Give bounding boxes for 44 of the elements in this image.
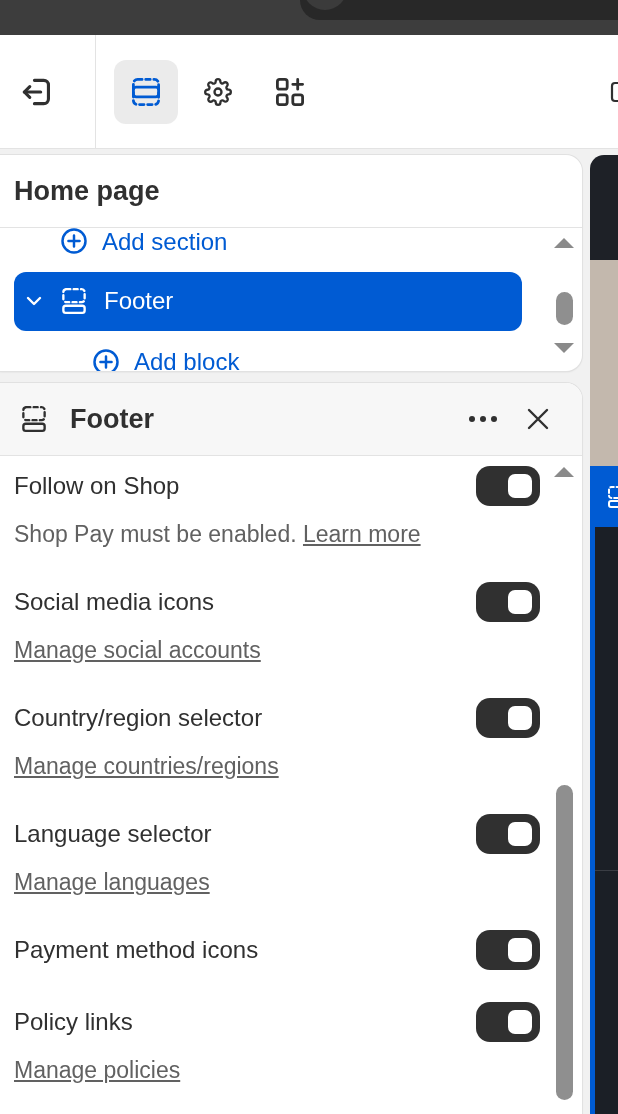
frame-icon[interactable] xyxy=(610,79,618,104)
toggle-switch[interactable] xyxy=(476,1002,540,1042)
scroll-down-icon[interactable] xyxy=(554,343,574,353)
add-button[interactable]: Add section xyxy=(61,228,228,255)
sections-icon xyxy=(132,77,160,106)
more-icon xyxy=(469,416,497,422)
more-button[interactable] xyxy=(469,416,497,422)
setting-label: Language selector xyxy=(14,820,212,848)
settings-link[interactable]: Manage countries/regions xyxy=(14,753,279,779)
apps-add-icon xyxy=(276,77,304,106)
help-text: Shop Pay must be enabled. Learn more xyxy=(14,522,421,546)
plus-circle-icon xyxy=(61,228,87,254)
settings-link[interactable]: Manage policies xyxy=(14,1057,181,1083)
panel-title: Home page xyxy=(14,175,160,207)
add-button[interactable]: Add block xyxy=(93,348,240,371)
setting-label: Policy links xyxy=(14,1008,133,1036)
settings-link[interactable]: Manage languages xyxy=(14,869,210,895)
panel-title: Footer xyxy=(70,403,154,435)
scroll-up-icon[interactable] xyxy=(554,238,574,248)
selected-section-tag[interactable] xyxy=(590,466,618,527)
settings-icon xyxy=(204,77,232,106)
help-link[interactable]: Learn more xyxy=(303,521,421,547)
close-icon xyxy=(527,408,549,430)
toggle-switch[interactable] xyxy=(476,814,540,854)
setting-label: Payment method icons xyxy=(14,936,259,964)
toggle-switch[interactable] xyxy=(476,582,540,622)
exit-icon xyxy=(22,77,50,106)
close-button[interactable] xyxy=(527,408,549,430)
settings-link[interactable]: Manage social accounts xyxy=(14,637,261,663)
toggle-switch[interactable] xyxy=(476,466,540,506)
toolbar-tab[interactable] xyxy=(114,59,178,124)
setting-label: Follow on Shop xyxy=(14,472,180,500)
toggle-switch[interactable] xyxy=(476,930,540,970)
setting-label: Country/region selector xyxy=(14,704,263,732)
tree-item[interactable]: Footer xyxy=(14,271,522,331)
section-icon xyxy=(606,484,618,509)
scroll-up-icon[interactable] xyxy=(554,467,574,477)
toggle-switch[interactable] xyxy=(476,698,540,738)
section-icon xyxy=(61,288,87,314)
section-icon xyxy=(21,406,47,432)
scrollbar-thumb[interactable] xyxy=(555,785,573,1100)
exit-button[interactable] xyxy=(22,77,50,106)
scrollbar-thumb[interactable] xyxy=(555,292,573,325)
setting-label: Social media icons xyxy=(14,588,215,616)
